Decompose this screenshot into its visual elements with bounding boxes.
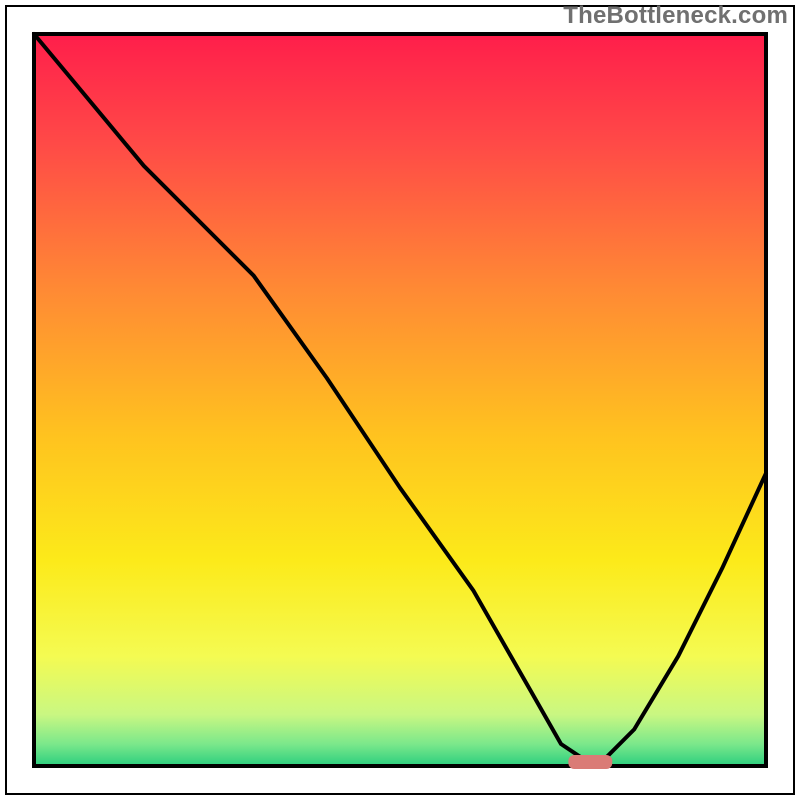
plot-background (34, 34, 766, 766)
watermark-label: TheBottleneck.com (563, 2, 788, 30)
optimal-marker (568, 755, 612, 769)
bottleneck-chart (0, 0, 800, 800)
